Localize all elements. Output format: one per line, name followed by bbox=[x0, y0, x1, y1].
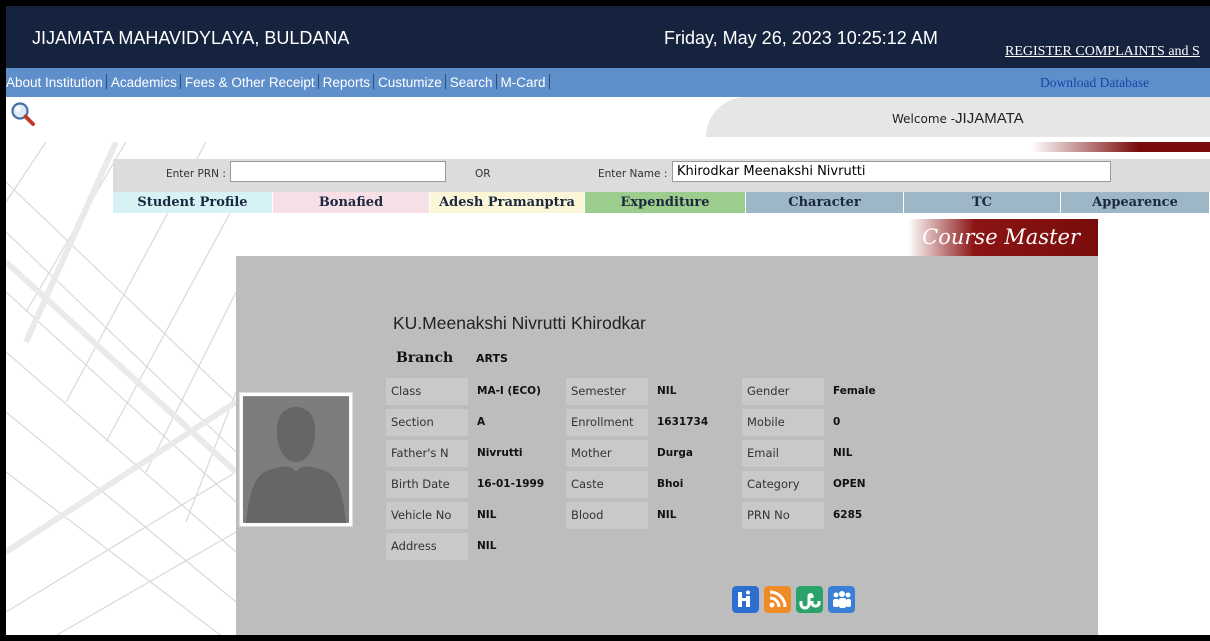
prn-input[interactable] bbox=[230, 161, 446, 182]
vehicle-no-label: Vehicle No bbox=[386, 502, 468, 529]
menu-separator bbox=[444, 74, 446, 89]
prn-no-label: PRN No bbox=[742, 502, 824, 529]
category-label: Category bbox=[742, 471, 824, 498]
student-profile-panel: KU.Meenakshi Nivrutti Khirodkar Branch A… bbox=[236, 256, 1098, 635]
mother-value: Durga bbox=[652, 440, 740, 467]
tab-tc[interactable]: TC bbox=[904, 192, 1061, 213]
tab-expenditure[interactable]: Expenditure bbox=[585, 192, 746, 213]
download-database-link[interactable]: Download Database bbox=[1040, 75, 1149, 91]
gender-value: Female bbox=[828, 378, 916, 405]
menu-item-search[interactable]: Search bbox=[450, 75, 493, 90]
tab-adesh-pramanptra[interactable]: Adesh Pramanptra bbox=[430, 192, 585, 213]
main-menu: About Institution Academics Fees & Other R… bbox=[6, 74, 554, 90]
enrollment-label: Enrollment bbox=[566, 409, 648, 436]
name-input[interactable] bbox=[672, 161, 1111, 182]
birth-date-label: Birth Date bbox=[386, 471, 468, 498]
blood-value: NIL bbox=[652, 502, 740, 529]
gender-label: Gender bbox=[742, 378, 824, 405]
vehicle-no-value: NIL bbox=[472, 502, 560, 529]
mobile-label: Mobile bbox=[742, 409, 824, 436]
student-search-row: Enter PRN : OR Enter Name : bbox=[113, 159, 1210, 192]
blood-label: Blood bbox=[566, 502, 648, 529]
email-label: Email bbox=[742, 440, 824, 467]
prn-no-value: 6285 bbox=[828, 502, 916, 529]
welcome-text: Welcome -JIJAMATA bbox=[892, 110, 1024, 127]
tab-character[interactable]: Character bbox=[746, 192, 904, 213]
student-name: KU.Meenakshi Nivrutti Khirodkar bbox=[393, 313, 646, 333]
menu-item-academics[interactable]: Academics bbox=[111, 75, 177, 90]
menu-item-fees-receipt[interactable]: Fees & Other Receipt bbox=[185, 75, 315, 90]
menu-separator bbox=[179, 74, 181, 89]
search-icon[interactable] bbox=[10, 101, 36, 127]
welcome-strip: Welcome -JIJAMATA bbox=[6, 97, 1210, 142]
caste-label: Caste bbox=[566, 471, 648, 498]
mobile-value: 0 bbox=[828, 409, 916, 436]
name-label: Enter Name : bbox=[598, 168, 668, 180]
mother-label: Mother bbox=[566, 440, 648, 467]
welcome-prefix: Welcome - bbox=[892, 112, 956, 126]
myspace-icon[interactable] bbox=[828, 586, 855, 613]
rss-icon[interactable] bbox=[764, 586, 791, 613]
current-datetime: Friday, May 26, 2023 10:25:12 AM bbox=[664, 28, 938, 48]
site-header: JIJAMATA MAHAVIDYLAYA, BULDANA Friday, M… bbox=[6, 6, 1210, 68]
institution-title: JIJAMATA MAHAVIDYLAYA, BULDANA bbox=[32, 28, 350, 48]
class-label: Class bbox=[386, 378, 468, 405]
stumbleupon-icon[interactable] bbox=[796, 586, 823, 613]
semester-value: NIL bbox=[652, 378, 740, 405]
welcome-user: JIJAMATA bbox=[955, 110, 1024, 127]
address-value: NIL bbox=[472, 533, 560, 560]
address-label: Address bbox=[386, 533, 468, 560]
semester-label: Semester bbox=[566, 378, 648, 405]
app-window: JIJAMATA MAHAVIDYLAYA, BULDANA Friday, M… bbox=[0, 0, 1210, 641]
course-master-bar: Course Master bbox=[236, 213, 1098, 256]
enrollment-value: 1631734 bbox=[652, 409, 740, 436]
birth-date-value: 16-01-1999 bbox=[472, 471, 560, 498]
student-tabs: Student Profile Bonafied Adesh Pramanptr… bbox=[113, 192, 1210, 213]
menu-item-reports[interactable]: Reports bbox=[323, 75, 370, 90]
menu-separator bbox=[495, 74, 497, 89]
main-menu-bar: About Institution Academics Fees & Other R… bbox=[6, 68, 1210, 98]
branch-value: ARTS bbox=[476, 352, 508, 365]
student-photo-placeholder bbox=[239, 392, 353, 527]
menu-separator bbox=[105, 74, 107, 89]
register-complaints-link[interactable]: REGISTER COMPLAINTS and S bbox=[1005, 44, 1200, 60]
father-name-label: Father's N bbox=[386, 440, 468, 467]
menu-separator bbox=[317, 74, 319, 89]
menu-item-custumize[interactable]: Custumize bbox=[378, 75, 442, 90]
menu-item-about-institution[interactable]: About Institution bbox=[6, 75, 103, 90]
father-name-value: Nivrutti bbox=[472, 440, 560, 467]
tab-bonafied[interactable]: Bonafied bbox=[273, 192, 430, 213]
prn-label: Enter PRN : bbox=[166, 168, 226, 180]
caste-value: Bhoi bbox=[652, 471, 740, 498]
menu-separator bbox=[372, 74, 374, 89]
tab-student-profile[interactable]: Student Profile bbox=[113, 192, 273, 213]
tab-appearence[interactable]: Appearence bbox=[1061, 192, 1210, 213]
branch-label: Branch bbox=[396, 350, 454, 366]
section-value: A bbox=[472, 409, 560, 436]
hi5-icon[interactable] bbox=[732, 586, 759, 613]
class-value: MA-I (ECO) bbox=[472, 378, 560, 405]
section-label: Section bbox=[386, 409, 468, 436]
email-value: NIL bbox=[828, 440, 916, 467]
category-value: OPEN bbox=[828, 471, 916, 498]
menu-separator bbox=[548, 74, 550, 89]
or-label: OR bbox=[475, 168, 491, 180]
menu-item-m-card[interactable]: M-Card bbox=[501, 75, 546, 90]
course-master-title: Course Master bbox=[908, 219, 1098, 256]
header-accent-bar bbox=[1031, 142, 1210, 152]
